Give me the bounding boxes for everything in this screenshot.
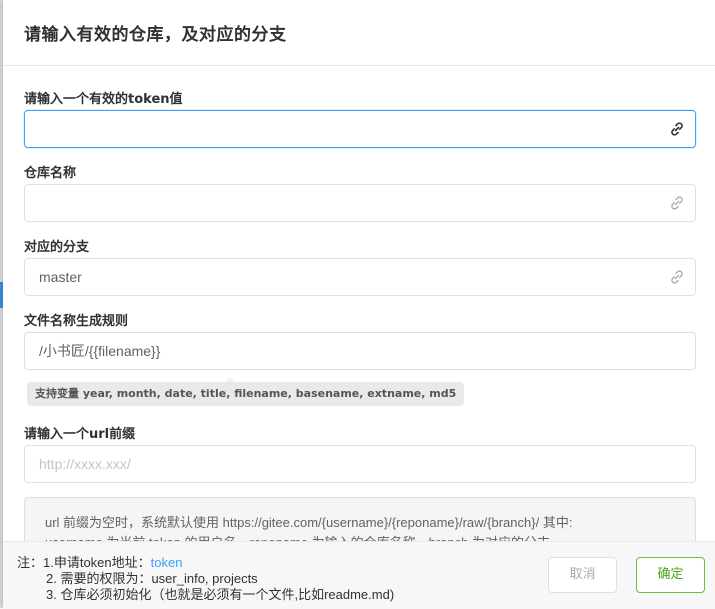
token-link[interactable]: token	[151, 555, 183, 570]
filename-rule-field-wrapper[interactable]	[24, 332, 696, 370]
dialog-footer: 注：1.申请token地址：token 2. 需要的权限为：user_info,…	[3, 541, 715, 609]
dialog-header: 请输入有效的仓库，及对应的分支	[3, 0, 715, 66]
note-3: 3. 仓库必须初始化（也就是必须有一个文件,比如readme.md)	[46, 587, 395, 602]
cancel-button[interactable]: 取消	[548, 557, 617, 593]
token-input[interactable]	[39, 111, 659, 147]
branch-label: 对应的分支	[24, 240, 90, 255]
repo-label: 仓库名称	[24, 166, 77, 181]
repo-field-wrapper[interactable]	[24, 184, 696, 222]
info-line-1: url 前缀为空时，系统默认使用 https://gitee.com/{user…	[45, 515, 573, 530]
token-field-wrapper[interactable]	[24, 110, 696, 148]
confirm-button[interactable]: 确定	[636, 557, 705, 593]
filename-rule-input[interactable]	[39, 333, 659, 369]
filename-rule-label: 文件名称生成规则	[24, 314, 129, 329]
repo-settings-dialog: 请输入有效的仓库，及对应的分支 请输入一个有效的token值 仓库名称 对应的分…	[3, 0, 715, 609]
variables-tooltip: 支持变量 year, month, date, title, filename,…	[27, 377, 465, 406]
dialog-title: 请输入有效的仓库，及对应的分支	[24, 25, 287, 45]
note-2: 2. 需要的权限为：user_info, projects	[46, 571, 258, 586]
repo-input[interactable]	[39, 185, 659, 221]
note-1-text: 注：1.申请token地址：	[17, 555, 151, 570]
branch-input[interactable]	[39, 259, 659, 295]
link-icon[interactable]	[669, 121, 685, 137]
url-prefix-input[interactable]	[39, 446, 659, 482]
token-label: 请输入一个有效的token值	[24, 92, 183, 107]
link-icon[interactable]	[669, 195, 685, 211]
link-icon[interactable]	[669, 269, 685, 285]
url-prefix-field-wrapper[interactable]	[24, 445, 696, 483]
url-prefix-label: 请输入一个url前缀	[24, 427, 136, 442]
branch-field-wrapper[interactable]	[24, 258, 696, 296]
footer-notes: 注：1.申请token地址：token 2. 需要的权限为：user_info,…	[17, 555, 394, 603]
